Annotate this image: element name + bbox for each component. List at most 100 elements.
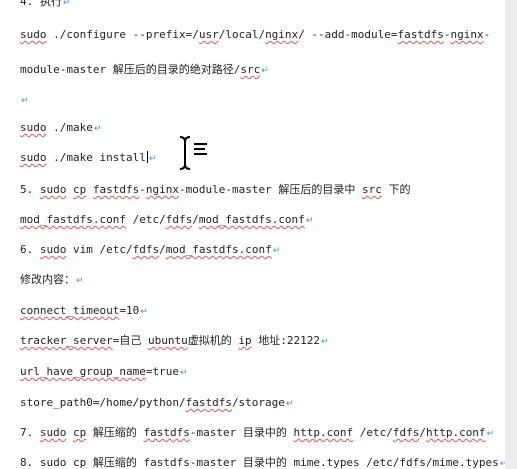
spellcheck-flagged-text: sudo [39, 456, 67, 469]
spellcheck-flagged-text: mod_fastdfs.conf [198, 213, 305, 226]
spellcheck-flagged-text: cp [73, 456, 87, 469]
spellcheck-flagged-text: ip [238, 334, 252, 347]
text-run: -module-master 解压后的目录中 [178, 183, 362, 196]
document-line[interactable]: module-master 解压后的目录的绝对路径/src↵ [20, 63, 269, 78]
spellcheck-flagged-text: cp [73, 183, 87, 196]
text-run: 下的 [381, 183, 411, 196]
spellcheck-flagged-text: sudo [20, 151, 47, 164]
spellcheck-flagged-text: sudo [39, 426, 67, 439]
text-run: =true [145, 365, 179, 378]
text-run: / [192, 213, 199, 226]
spellcheck-flagged-text: tracker_server [20, 334, 113, 347]
text-run: 解压缩的 fastdfs-master 目录中的 mime.types /etc… [86, 456, 499, 469]
text-cursor-icon [179, 136, 207, 170]
spellcheck-flagged-text: cp [73, 426, 87, 439]
paragraph-mark: ↵ [62, 0, 71, 8]
text-run: module-master 解压后的目录的绝对路径/ [20, 63, 241, 76]
text-run: /etc/ [125, 213, 166, 226]
text-run: /etc/ [353, 426, 393, 439]
text-run: 修改内容： [20, 273, 75, 286]
spellcheck-flagged-text: mod_fastdfs.conf [165, 243, 272, 256]
paragraph-mark: ↵ [320, 337, 329, 347]
spellcheck-flagged-text: ubuntu [147, 334, 188, 347]
document-line[interactable]: 8. sudo cp 解压缩的 fastdfs-master 目录中的 mime… [20, 456, 505, 469]
paragraph-mark: ↵ [148, 154, 157, 164]
document-line[interactable]: 5. sudo cp fastdfs-nginx-module-master 解… [20, 183, 410, 197]
text-run [66, 426, 73, 439]
spellcheck-flagged-text: fastdfs [143, 426, 190, 439]
spellcheck-flagged-text: sudo [39, 183, 67, 196]
text-run: 8. [20, 456, 40, 469]
text-run: ./configure --prefix=/ [46, 28, 199, 41]
document-line[interactable]: ↵ [20, 93, 29, 108]
text-run: /storage [231, 396, 285, 409]
text-run: / [419, 426, 426, 439]
spellcheck-flagged-text: connect_timeout [20, 304, 120, 317]
text-run: vim /etc/ [66, 243, 133, 256]
text-run: =10 [119, 304, 140, 317]
text-run: / [159, 243, 166, 256]
spellcheck-flagged-text: fastdfs [397, 28, 444, 41]
spellcheck-flagged-text: nginx [265, 28, 299, 41]
spellcheck-flagged-text: fastdfs [92, 183, 140, 196]
paragraph-mark: ↵ [21, 96, 29, 106]
spellcheck-flagged-text: src [240, 63, 261, 76]
document-line[interactable]: sudo ./configure --prefix=/usr/local/ngi… [20, 28, 490, 42]
spellcheck-flagged-text: sudo [20, 28, 47, 41]
paragraph-mark: ↵ [272, 246, 281, 256]
spellcheck-flagged-text: http.conf [425, 426, 486, 439]
spellcheck-flagged-text: fdfs [165, 213, 193, 226]
spellcheck-flagged-text: mod_fastdfs.conf [20, 213, 126, 226]
spellcheck-flagged-text: src [361, 183, 382, 196]
text-run: 5. [20, 183, 40, 196]
spellcheck-flagged-text: fdfs [132, 243, 160, 256]
scrollbar[interactable] [505, 0, 517, 469]
spellcheck-flagged-text: usr [198, 28, 219, 41]
document-line[interactable]: url_have_group_name=true↵ [20, 365, 188, 380]
spellcheck-flagged-text: sudo [39, 243, 67, 256]
document-line[interactable]: 修改内容：↵ [20, 273, 84, 288]
document-line[interactable]: 7. sudo cp 解压缩的 fastdfs-master 目录中的 http… [20, 426, 494, 441]
document-line[interactable]: sudo ./make↵ [20, 121, 101, 136]
document-line[interactable]: 4. 执行↵ [20, 0, 70, 10]
paragraph-mark: ↵ [305, 216, 314, 226]
text-run [66, 456, 73, 469]
spellcheck-flagged-text: http.conf [293, 426, 354, 439]
text-run: store_path0=/home/python/ [20, 396, 186, 409]
text-run: - [139, 183, 146, 196]
paragraph-mark: ↵ [76, 276, 84, 286]
text-run: 7. [20, 426, 40, 439]
paragraph-mark: ↵ [179, 368, 188, 378]
spellcheck-flagged-text: fdfs [392, 426, 420, 439]
spellcheck-flagged-text: nginx [450, 28, 484, 41]
document-line[interactable]: tracker_server=自己 ubuntu虚拟机的 ip 地址:22122… [20, 334, 329, 349]
paragraph-mark: ↵ [140, 307, 148, 317]
text-run: 4. 执行 [20, 0, 62, 8]
document-line[interactable]: mod_fastdfs.conf /etc/fdfs/mod_fastdfs.c… [20, 213, 313, 228]
text-run: - [483, 28, 491, 41]
text-run: ./make [46, 121, 93, 134]
spellcheck-flagged-text: sudo [20, 121, 47, 134]
text-run: /local/ [218, 28, 266, 41]
paragraph-mark: ↵ [261, 66, 269, 76]
spellcheck-flagged-text: fastdfs [185, 396, 232, 409]
text-run: ./make install [46, 151, 146, 164]
paragraph-mark: ↵ [93, 124, 102, 134]
spellcheck-flagged-text: nginx [145, 183, 179, 196]
text-run: - [443, 28, 451, 41]
paragraph-mark: ↵ [285, 399, 294, 409]
text-caret [146, 151, 148, 163]
document-line[interactable]: store_path0=/home/python/fastdfs/storage… [20, 396, 293, 411]
text-run [66, 183, 73, 196]
document-line[interactable]: connect_timeout=10↵ [20, 304, 148, 319]
document-line[interactable]: sudo ./make install ↵ [20, 151, 156, 166]
text-run: -master 目录中的 [189, 426, 294, 439]
text-run [86, 183, 93, 196]
spellcheck-flagged-text: url_have_group_name [20, 365, 146, 378]
text-run: 地址:22122 [251, 334, 320, 347]
text-run: / --add-module= [298, 28, 398, 41]
paragraph-mark: ↵ [486, 429, 495, 439]
document-page[interactable]: 4. 执行↵ sudo ./configure --prefix=/usr/loc… [0, 0, 505, 469]
document-line[interactable]: 6. sudo vim /etc/fdfs/mod_fastdfs.conf↵ [20, 243, 280, 258]
text-run: 解压缩的 [86, 426, 144, 439]
